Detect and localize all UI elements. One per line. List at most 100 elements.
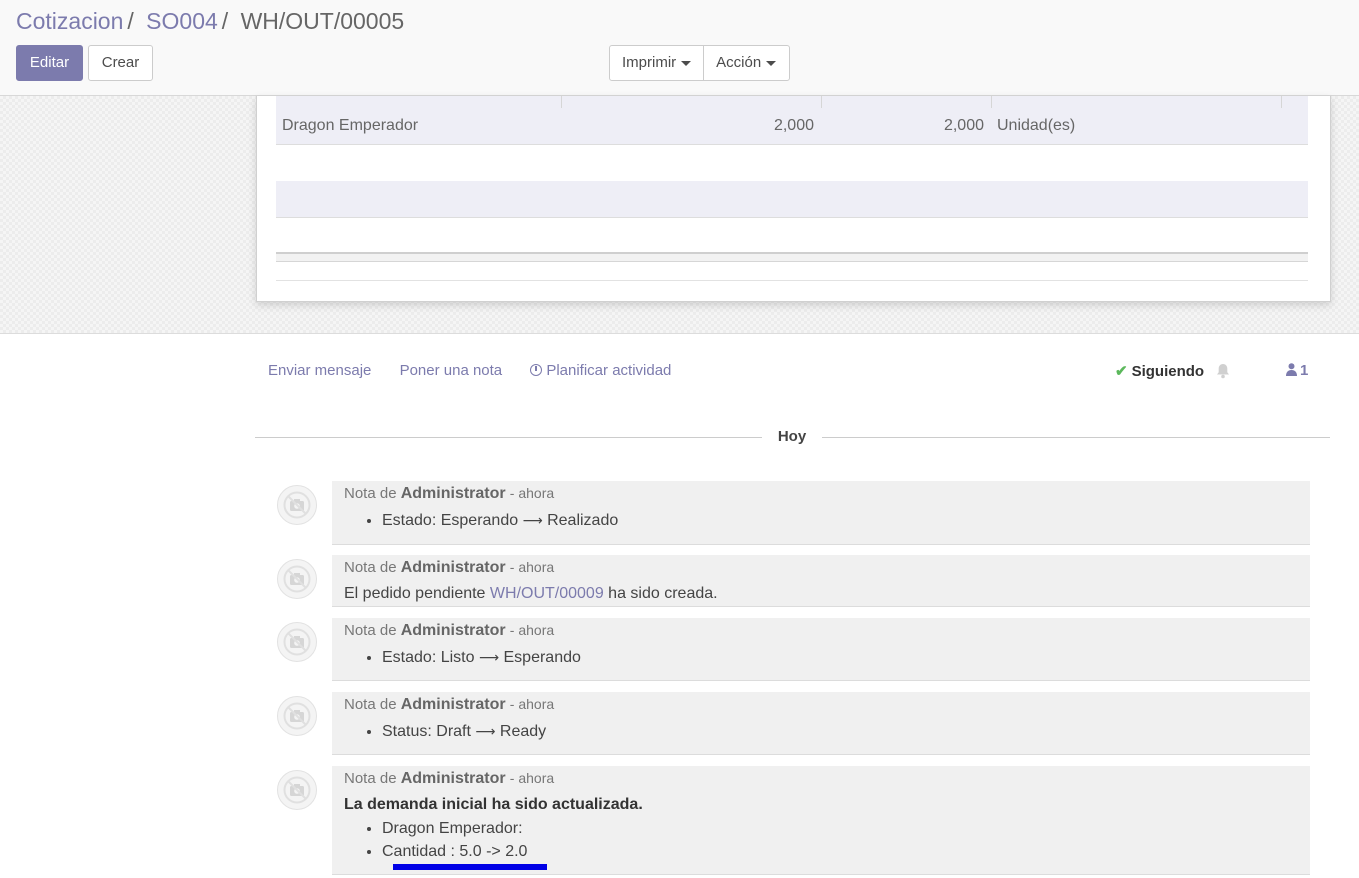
chatter-message: Nota de Administrator - ahora Estado: Li…	[332, 618, 1310, 681]
tracking-value: Status: Draft ⟶ Ready	[382, 720, 546, 744]
uom-cell: Unidad(es)	[997, 117, 1076, 134]
bell-icon[interactable]	[1216, 363, 1230, 379]
tracking-value: Estado: Esperando ⟶ Realizado	[382, 509, 618, 533]
arrow-right-icon: ⟶	[478, 650, 500, 666]
tracking-old-value: Esperando	[440, 512, 519, 529]
list-item: Dragon Emperador:	[382, 817, 527, 840]
schedule-activity-button[interactable]: Planificar actividad	[530, 362, 695, 379]
done-cell: 2,000	[943, 117, 984, 134]
avatar[interactable]	[277, 622, 317, 662]
create-button[interactable]: Crear	[88, 45, 153, 81]
message-header: Nota de Administrator - ahora	[344, 770, 554, 788]
table-footer	[276, 252, 1308, 262]
tracking-old-value: Listo	[440, 649, 475, 666]
message-prefix: Nota de	[344, 622, 397, 639]
breadcrumb-current: WH/OUT/00005	[240, 8, 405, 34]
avatar[interactable]	[277, 696, 317, 736]
message-text: ha sido creada.	[608, 585, 718, 602]
schedule-activity-label: Planificar actividad	[546, 362, 672, 379]
action-label: Acción	[716, 54, 762, 71]
edit-button[interactable]: Editar	[16, 45, 83, 81]
no-photo-icon	[283, 491, 311, 519]
breadcrumb-separator: /	[221, 8, 229, 34]
table-column	[821, 96, 822, 108]
date-separator: Hoy	[762, 428, 822, 445]
following-button[interactable]: ✔ Siguiendo	[1115, 362, 1204, 380]
followers-button[interactable]: 1	[1286, 362, 1308, 379]
message-header: Nota de Administrator - ahora	[344, 485, 554, 503]
message-header: Nota de Administrator - ahora	[344, 696, 554, 714]
highlight-underline	[393, 864, 547, 870]
no-photo-icon	[283, 702, 311, 730]
chatter-message: Nota de Administrator - ahora Status: Dr…	[332, 692, 1310, 755]
chatter-message: Nota de Administrator - ahora Estado: Es…	[332, 481, 1310, 545]
message-header: Nota de Administrator - ahora	[344, 622, 554, 640]
message-text: El pedido pendiente	[344, 585, 486, 602]
table-column	[991, 96, 992, 108]
product-cell: Dragon Emperador	[282, 117, 419, 134]
tracking-field: Estado:	[382, 649, 437, 666]
chatter-message: Nota de Administrator - ahora La demanda…	[332, 766, 1310, 875]
breadcrumb-cotizacion[interactable]: Cotizacion	[16, 8, 123, 34]
tracking-new-value: Esperando	[503, 649, 581, 666]
action-dropdown[interactable]: Acción	[703, 46, 788, 80]
tracking-list: Estado: Listo ⟶ Esperando	[332, 646, 581, 670]
tracking-field: Status:	[382, 723, 432, 740]
demand-cell: 2,000	[773, 117, 814, 134]
caret-down-icon	[681, 60, 692, 66]
no-photo-icon	[283, 565, 311, 593]
message-date: - ahora	[509, 559, 555, 575]
message-title: La demanda inicial ha sido actualizada.	[344, 796, 643, 813]
print-dropdown[interactable]: Imprimir	[610, 46, 703, 80]
message-date: - ahora	[509, 622, 555, 638]
tracking-list: Dragon Emperador: Cantidad : 5.0 -> 2.0	[332, 817, 527, 863]
table-row-empty	[276, 217, 1308, 254]
breadcrumb-so004[interactable]: SO004	[146, 8, 218, 34]
arrow-right-icon: ⟶	[522, 513, 543, 529]
log-note-button[interactable]: Poner una nota	[400, 362, 503, 379]
message-date: - ahora	[509, 485, 555, 501]
no-photo-icon	[283, 776, 311, 804]
user-icon	[1286, 363, 1297, 376]
backorder-link[interactable]: WH/OUT/00009	[490, 585, 604, 602]
tracking-new-value: Ready	[499, 723, 547, 740]
avatar[interactable]	[277, 770, 317, 810]
message-prefix: Nota de	[344, 559, 397, 576]
message-header: Nota de Administrator - ahora	[344, 559, 554, 577]
clock-icon	[530, 364, 543, 376]
following-label: Siguiendo	[1131, 363, 1205, 380]
tracking-new-value: Realizado	[547, 512, 619, 529]
arrow-right-icon: ⟶	[475, 724, 496, 740]
table-column	[1281, 96, 1282, 108]
list-item: Cantidad : 5.0 -> 2.0	[382, 840, 527, 863]
message-date: - ahora	[509, 696, 555, 712]
control-panel: Cotizacion / SO004/ WH/OUT/00005 Editar C…	[0, 0, 1359, 96]
check-icon: ✔	[1115, 363, 1128, 380]
message-prefix: Nota de	[344, 696, 397, 713]
table-row-empty	[276, 145, 1308, 182]
message-author[interactable]: Administrator	[401, 485, 506, 502]
message-prefix: Nota de	[344, 485, 397, 502]
breadcrumb-separator: /	[127, 8, 134, 34]
date-separator-line	[255, 437, 764, 438]
table-column	[561, 96, 562, 108]
message-author[interactable]: Administrator	[401, 696, 506, 713]
chatter-topbar: Enviar mensaje Poner una nota Planificar…	[268, 362, 719, 379]
message-body: El pedido pendiente WH/OUT/00009 ha sido…	[344, 585, 718, 603]
message-date: - ahora	[509, 770, 555, 786]
table-row[interactable]: Dragon Emperador 2,000 2,000 Unidad(es)	[276, 108, 1308, 145]
tracking-old-value: Draft	[436, 723, 471, 740]
date-separator-line	[819, 437, 1330, 438]
no-photo-icon	[283, 628, 311, 656]
sidebar-actions: Imprimir Acción	[609, 45, 790, 81]
divider	[276, 280, 1308, 281]
message-author[interactable]: Administrator	[401, 622, 506, 639]
tracking-field: Estado:	[382, 512, 437, 529]
message-author[interactable]: Administrator	[401, 559, 506, 576]
avatar[interactable]	[277, 559, 317, 599]
breadcrumb: Cotizacion / SO004/ WH/OUT/00005	[16, 8, 404, 35]
message-author[interactable]: Administrator	[401, 770, 506, 787]
table-row-empty	[276, 181, 1308, 218]
avatar[interactable]	[277, 485, 317, 525]
send-message-button[interactable]: Enviar mensaje	[268, 362, 371, 379]
